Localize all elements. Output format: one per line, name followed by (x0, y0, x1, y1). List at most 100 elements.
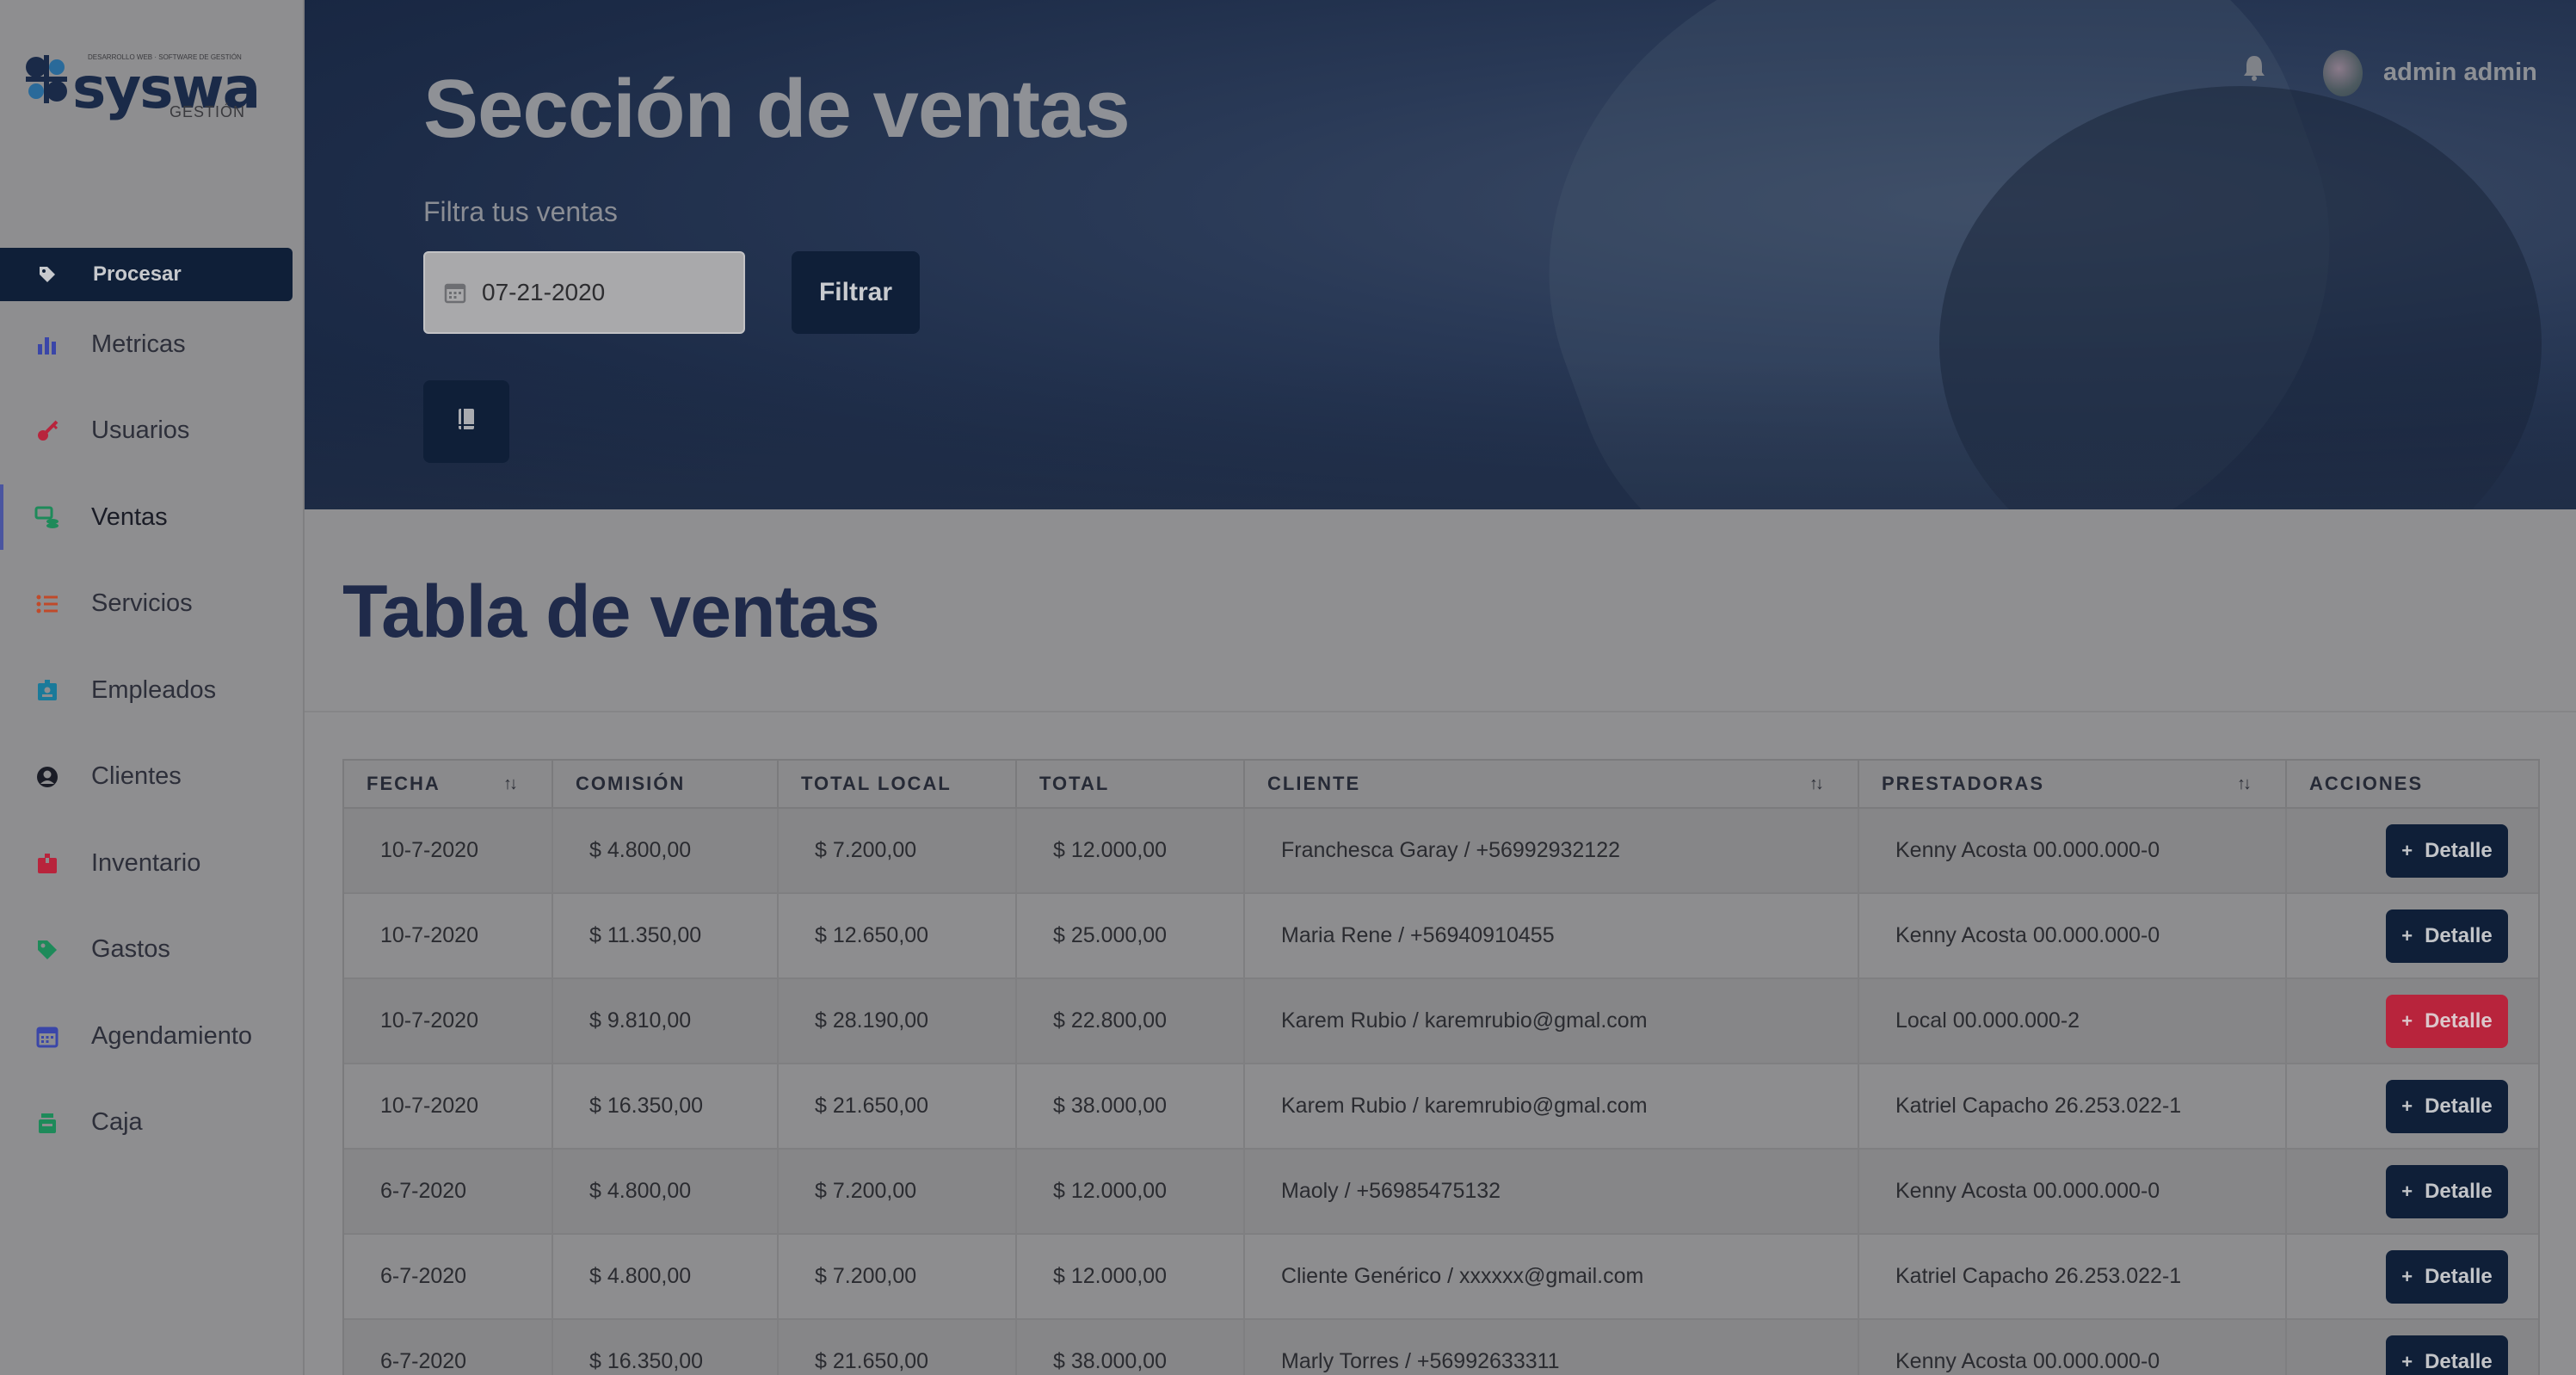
detalle-button[interactable]: + Detalle (2386, 1079, 2508, 1133)
cell-total-local: $ 7.200,00 (779, 809, 1017, 892)
sidebar-item-caja[interactable]: Caja (0, 1080, 305, 1167)
table-row: 10-7-2020 $ 4.800,00 $ 7.200,00 $ 12.000… (344, 809, 2538, 894)
sort-icon[interactable]: ↑↓ (503, 774, 518, 794)
sidebar-item-clientes[interactable]: Clientes (0, 734, 305, 821)
column-header-prestadoras[interactable]: PRESTADORAS ↑↓ (1859, 761, 2287, 807)
page-title: Sección de ventas (423, 63, 1131, 155)
filter-label: Filtra tus ventas (423, 196, 618, 227)
sidebar-item-label: Inventario (91, 848, 201, 877)
detalle-label: Detalle (2425, 923, 2493, 947)
plus-icon: + (2401, 1350, 2413, 1372)
cell-cliente: Karem Rubio / karemrubio@gmal.com (1245, 1064, 1859, 1148)
table-header: FECHA ↑↓ COMISIÓN TOTAL LOCAL TOTAL CLIEN… (344, 761, 2538, 809)
sidebar-item-metricas[interactable]: Metricas (0, 301, 305, 388)
cell-prestadora: Kenny Acosta 00.000.000-0 (1859, 894, 2287, 977)
cell-cliente: Karem Rubio / karemrubio@gmal.com (1245, 979, 1859, 1063)
plus-icon: + (2401, 1094, 2413, 1117)
cell-comision: $ 16.350,00 (553, 1320, 779, 1375)
sidebar-item-servicios[interactable]: Servicios (0, 561, 305, 648)
cell-cliente: Franchesca Garay / +56992932122 (1245, 809, 1859, 892)
cell-fecha: 10-7-2020 (344, 894, 553, 977)
cell-prestadora: Kenny Acosta 00.000.000-0 (1859, 1150, 2287, 1233)
cell-acciones: + Detalle (2287, 1064, 2538, 1148)
cell-comision: $ 4.800,00 (553, 1235, 779, 1318)
sidebar-nav: Metricas Usuarios Ventas Servicios Emple… (0, 301, 305, 1166)
cell-prestadora: Kenny Acosta 00.000.000-0 (1859, 809, 2287, 892)
notification-bell-icon[interactable] (2242, 53, 2268, 84)
cell-total-local: $ 12.650,00 (779, 894, 1017, 977)
avatar[interactable] (2323, 50, 2363, 96)
detalle-button[interactable]: + Detalle (2386, 1164, 2508, 1218)
list-icon (34, 591, 60, 617)
cell-prestadora: Kenny Acosta 00.000.000-0 (1859, 1320, 2287, 1375)
sidebar-item-label: Ventas (91, 503, 168, 531)
bar-chart-icon (34, 331, 60, 357)
cell-total: $ 38.000,00 (1017, 1320, 1245, 1375)
key-icon (34, 418, 60, 444)
detalle-button[interactable]: + Detalle (2386, 1249, 2508, 1304)
sidebar-item-label: Clientes (91, 762, 182, 791)
sidebar-item-inventario[interactable]: Inventario (0, 820, 305, 907)
sidebar-item-label: Usuarios (91, 416, 190, 445)
user-name[interactable]: admin admin (2383, 59, 2537, 87)
detalle-button[interactable]: + Detalle (2386, 823, 2508, 878)
sidebar-item-gastos[interactable]: Gastos (0, 907, 305, 994)
cell-prestadora: Katriel Capacho 26.253.022-1 (1859, 1064, 2287, 1148)
plus-icon: + (2401, 1265, 2413, 1287)
procesar-button[interactable]: Procesar (0, 248, 293, 301)
cell-comision: $ 9.810,00 (553, 979, 779, 1063)
sidebar-item-usuarios[interactable]: Usuarios (0, 388, 305, 475)
logo[interactable]: DESARROLLO WEB · SOFTWARE DE GESTIÓN sys… (19, 50, 261, 127)
column-header-acciones: ACCIONES (2287, 761, 2538, 807)
sidebar-item-ventas[interactable]: Ventas (0, 474, 305, 561)
date-filter-input[interactable]: 07-21-2020 (423, 251, 745, 334)
cell-total: $ 12.000,00 (1017, 809, 1245, 892)
column-header-total: TOTAL (1017, 761, 1245, 807)
cell-total-local: $ 28.190,00 (779, 979, 1017, 1063)
cell-cliente: Maria Rene / +56940910455 (1245, 894, 1859, 977)
sidebar-item-empleados[interactable]: Empleados (0, 647, 305, 734)
column-header-cliente[interactable]: CLIENTE ↑↓ (1245, 761, 1859, 807)
plus-icon: + (2401, 1180, 2413, 1202)
cell-acciones: + Detalle (2287, 1235, 2538, 1318)
logo-icon (26, 55, 67, 103)
cell-fecha: 10-7-2020 (344, 1064, 553, 1148)
sort-icon[interactable]: ↑↓ (2237, 774, 2252, 794)
plus-icon: + (2401, 839, 2413, 861)
sidebar-item-label: Gastos (91, 935, 170, 964)
money-icon (34, 504, 60, 530)
tag-icon (38, 265, 57, 284)
cell-fecha: 6-7-2020 (344, 1235, 553, 1318)
cell-total-local: $ 7.200,00 (779, 1150, 1017, 1233)
cell-acciones: + Detalle (2287, 894, 2538, 977)
plus-icon: + (2401, 924, 2413, 946)
cell-total-local: $ 7.200,00 (779, 1235, 1017, 1318)
cell-acciones: + Detalle (2287, 1150, 2538, 1233)
sidebar-item-label: Agendamiento (91, 1021, 253, 1050)
tag-icon (34, 937, 60, 963)
column-header-fecha[interactable]: FECHA ↑↓ (344, 761, 553, 807)
detalle-button[interactable]: + Detalle (2386, 1335, 2508, 1375)
detalle-button[interactable]: + Detalle (2386, 994, 2508, 1048)
table-row: 6-7-2020 $ 4.800,00 $ 7.200,00 $ 12.000,… (344, 1150, 2538, 1235)
filter-button[interactable]: Filtrar (792, 251, 920, 334)
sidebar-item-label: Caja (91, 1108, 143, 1137)
cell-total-local: $ 21.650,00 (779, 1064, 1017, 1148)
cell-comision: $ 4.800,00 (553, 1150, 779, 1233)
column-label: COMISIÓN (576, 773, 686, 794)
report-button[interactable] (423, 380, 509, 463)
column-label: ACCIONES (2309, 773, 2424, 794)
sidebar-item-agendamiento[interactable]: Agendamiento (0, 993, 305, 1080)
cell-cliente: Marly Torres / +56992633311 (1245, 1320, 1859, 1375)
cell-acciones: + Detalle (2287, 1320, 2538, 1375)
divider (305, 711, 2576, 712)
detalle-label: Detalle (2425, 1179, 2493, 1203)
cell-prestadora: Local 00.000.000-2 (1859, 979, 2287, 1063)
cell-total-local: $ 21.650,00 (779, 1320, 1017, 1375)
sort-icon[interactable]: ↑↓ (1809, 774, 1824, 794)
detalle-label: Detalle (2425, 1349, 2493, 1373)
register-icon (34, 1110, 60, 1136)
table-row: 10-7-2020 $ 11.350,00 $ 12.650,00 $ 25.0… (344, 894, 2538, 979)
detalle-button[interactable]: + Detalle (2386, 909, 2508, 963)
cell-comision: $ 11.350,00 (553, 894, 779, 977)
